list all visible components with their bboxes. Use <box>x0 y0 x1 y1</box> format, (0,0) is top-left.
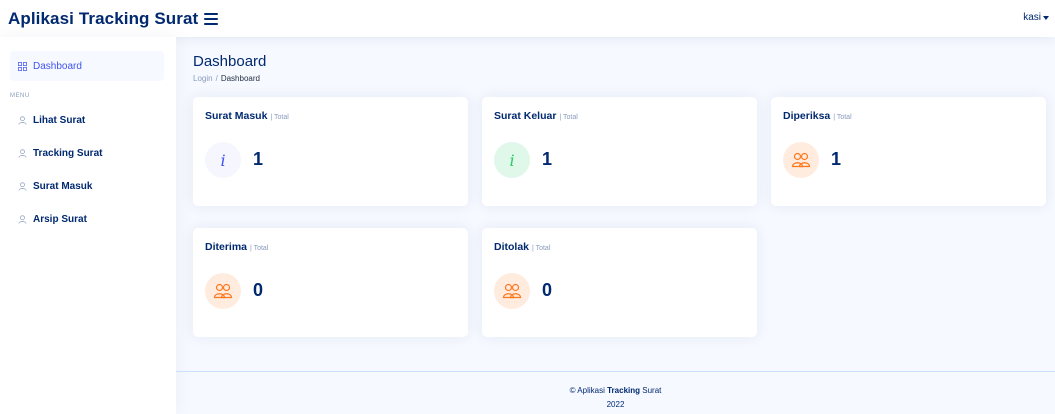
sidebar-item-tracking-surat[interactable]: Tracking Surat <box>10 138 164 168</box>
card-diterima: Diterima | Total 0 <box>193 228 468 337</box>
person-icon <box>18 115 27 125</box>
card-subtitle: | Total <box>833 114 852 121</box>
breadcrumb-separator: / <box>215 74 218 83</box>
card-subtitle: | Total <box>531 245 551 252</box>
page-title: Dashboard <box>193 53 267 70</box>
sidebar: Dashboard MENU Lihat Surat Tracking Sura… <box>0 37 176 414</box>
card-subtitle: | Total <box>559 114 578 121</box>
sidebar-item-arsip-surat[interactable]: Arsip Surat <box>10 204 164 234</box>
card-surat-masuk: Surat Masuk | Total i 1 <box>193 97 468 206</box>
person-icon <box>18 148 27 158</box>
card-title: Diperiksa <box>783 110 831 122</box>
card-value: 1 <box>831 149 842 169</box>
footer: © Aplikasi Tracking Surat 2022 <box>176 371 1055 414</box>
menu-toggle-icon[interactable] <box>204 12 219 25</box>
card-value: 1 <box>253 149 264 169</box>
sidebar-item-label: Dashboard <box>33 60 82 72</box>
card-subtitle: | Total <box>249 245 269 252</box>
card-value: 0 <box>542 280 553 300</box>
sidebar-item-surat-masuk[interactable]: Surat Masuk <box>10 171 164 201</box>
people-icon <box>205 273 241 309</box>
card-subtitle: | Total <box>270 114 289 121</box>
footer-year: 2022 <box>606 400 625 409</box>
card-value: 1 <box>542 149 553 169</box>
person-icon <box>18 181 27 191</box>
sidebar-item-label: Lihat Surat <box>33 114 86 126</box>
app-brand[interactable]: Aplikasi Tracking Surat <box>8 9 198 29</box>
chevron-down-icon <box>1043 15 1049 20</box>
sidebar-item-label: Surat Masuk <box>33 180 93 192</box>
sidebar-heading: MENU <box>10 93 30 99</box>
sidebar-item-lihat-surat[interactable]: Lihat Surat <box>10 105 164 135</box>
card-title: Diterima <box>205 241 248 253</box>
people-icon <box>494 273 530 309</box>
user-menu[interactable]: kasi <box>1023 12 1049 23</box>
top-header: Aplikasi Tracking Surat kasi <box>0 0 1055 37</box>
people-icon <box>783 142 819 178</box>
info-icon: i <box>494 142 530 178</box>
sidebar-item-label: Tracking Surat <box>33 147 103 159</box>
footer-copyright: © Aplikasi Tracking Surat <box>569 386 662 395</box>
card-value: 0 <box>253 280 264 300</box>
breadcrumb: Login / Dashboard <box>193 74 260 83</box>
card-ditolak: Ditolak | Total 0 <box>482 228 757 337</box>
sidebar-item-dashboard[interactable]: Dashboard <box>10 51 164 81</box>
person-icon <box>18 214 27 224</box>
grid-icon <box>18 61 27 71</box>
card-title: Surat Keluar <box>494 110 557 122</box>
card-title: Ditolak <box>494 241 530 253</box>
card-surat-keluar: Surat Keluar | Total i 1 <box>482 97 757 206</box>
breadcrumb-link-login[interactable]: Login <box>193 74 213 83</box>
card-title: Surat Masuk <box>205 110 268 122</box>
breadcrumb-current: Dashboard <box>220 74 260 83</box>
info-icon: i <box>205 142 241 178</box>
card-diperiksa: Diperiksa | Total 1 <box>771 97 1046 206</box>
sidebar-item-label: Arsip Surat <box>33 213 87 225</box>
user-name: kasi <box>1023 12 1041 23</box>
